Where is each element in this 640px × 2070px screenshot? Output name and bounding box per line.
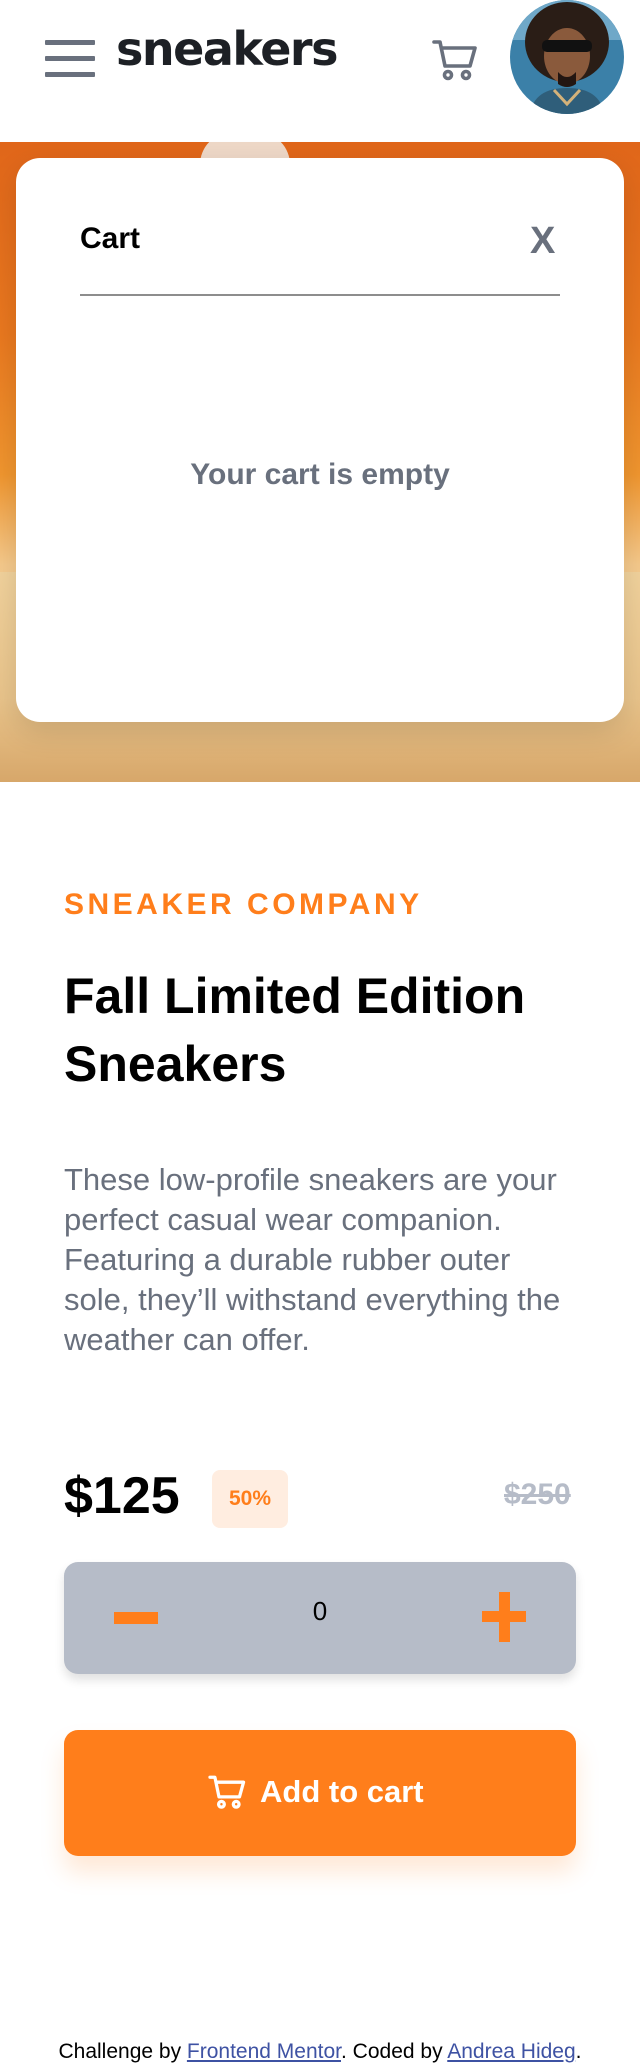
hamburger-menu-icon[interactable] xyxy=(45,38,97,80)
cart-divider xyxy=(80,294,560,296)
site-header: sneakers xyxy=(0,0,640,142)
discount-badge: 50% xyxy=(212,1470,288,1528)
attribution-footer: Challenge by Frontend Mentor. Coded by A… xyxy=(0,2040,640,2064)
original-price: $250 xyxy=(504,1478,571,1511)
cart-icon[interactable] xyxy=(432,38,480,82)
add-to-cart-label: Add to cart xyxy=(260,1774,424,1809)
company-name: SNEAKER COMPANY xyxy=(64,888,423,921)
frontend-mentor-link[interactable]: Frontend Mentor xyxy=(187,2040,341,2063)
cart-close-button[interactable]: X xyxy=(530,220,555,263)
menu-bar xyxy=(45,40,95,45)
add-to-cart-button[interactable]: Add to cart xyxy=(64,1730,576,1856)
cart-dropdown: Cart X Your cart is empty xyxy=(16,158,624,722)
current-price: $125 xyxy=(64,1467,180,1525)
quantity-stepper: 0 xyxy=(64,1562,576,1674)
footer-text: . xyxy=(575,2040,582,2063)
cart-empty-message: Your cart is empty xyxy=(190,458,450,491)
plus-icon[interactable] xyxy=(482,1592,526,1642)
cart-title: Cart xyxy=(80,222,141,255)
product-title: Fall Limited Edition Sneakers xyxy=(64,968,526,1092)
cart-icon xyxy=(208,1774,248,1810)
plus-bar-vertical xyxy=(499,1592,510,1642)
footer-text: Challenge by xyxy=(58,2040,187,2063)
logo[interactable]: sneakers xyxy=(116,22,339,76)
menu-bar xyxy=(45,72,95,77)
user-avatar[interactable] xyxy=(510,0,624,114)
menu-bar xyxy=(45,56,95,61)
footer-text: . Coded by xyxy=(341,2040,448,2063)
author-link[interactable]: Andrea Hideg xyxy=(447,2040,575,2063)
product-description: These low-profile sneakers are your perf… xyxy=(64,1162,561,1357)
